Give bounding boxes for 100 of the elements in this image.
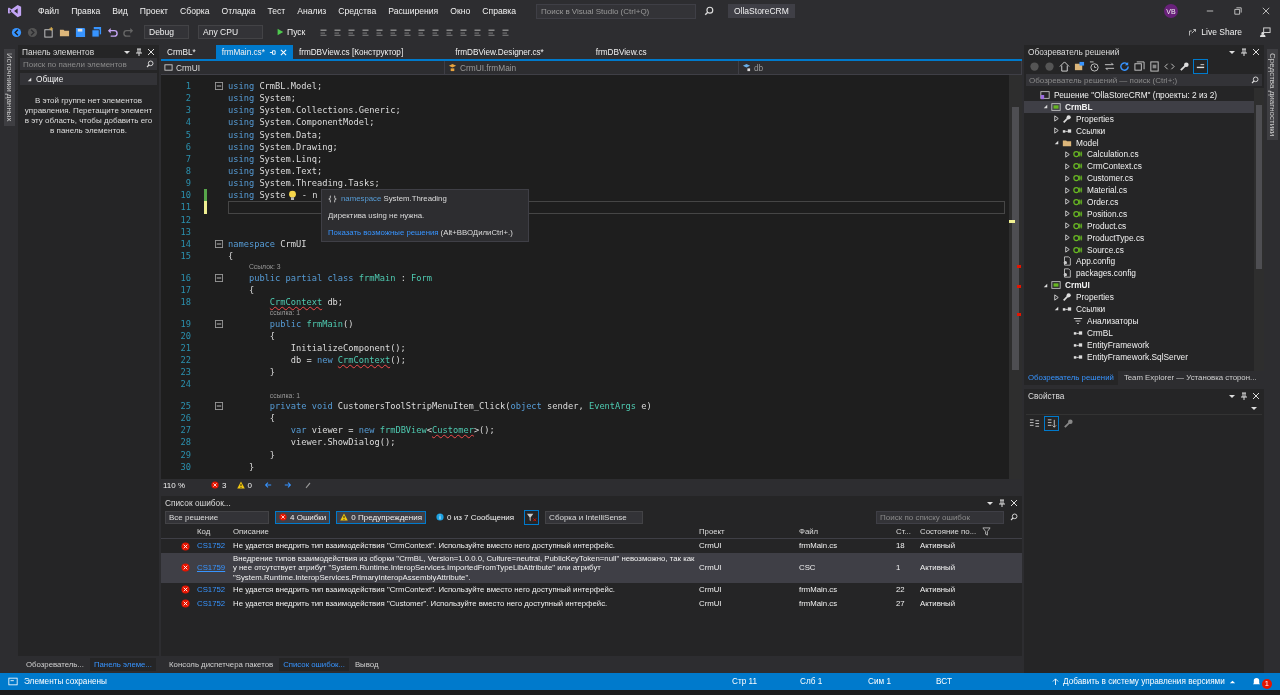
- class-dropdown[interactable]: CrmUI.frmMain: [445, 61, 739, 74]
- expander-icon[interactable]: [1052, 115, 1060, 123]
- fold-icon[interactable]: [214, 401, 223, 410]
- expander-icon[interactable]: [1063, 150, 1071, 158]
- brush-icon[interactable]: [304, 481, 312, 489]
- pin-icon[interactable]: [1240, 391, 1248, 400]
- document-tab[interactable]: frmDBView.cs [Конструктор]: [292, 45, 410, 59]
- search-icon[interactable]: [146, 60, 154, 68]
- new-project-icon[interactable]: [42, 25, 55, 39]
- document-tab[interactable]: frmDBView.cs: [589, 45, 653, 59]
- search-icon[interactable]: [1251, 76, 1259, 84]
- menu-item[interactable]: Файл: [32, 6, 66, 16]
- menu-item[interactable]: Расширения: [382, 6, 445, 16]
- switch-views-icon[interactable]: [1073, 59, 1086, 73]
- tree-item[interactable]: EntityFramework: [1024, 338, 1254, 351]
- scrollbar[interactable]: [1009, 75, 1022, 479]
- configuration-dropdown[interactable]: Debug: [144, 25, 190, 39]
- refresh-icon[interactable]: [1118, 59, 1131, 73]
- pin-icon[interactable]: [135, 47, 143, 56]
- project-dropdown[interactable]: CrmUI: [161, 61, 445, 74]
- feedback-icon[interactable]: [1259, 25, 1272, 39]
- filter-toggle[interactable]: 0 Предупреждения: [336, 510, 426, 524]
- tree-item[interactable]: Product.cs: [1024, 219, 1254, 232]
- tree-item[interactable]: packages.config: [1024, 267, 1254, 280]
- expander-icon[interactable]: [1063, 234, 1071, 242]
- tree-item[interactable]: Customer.cs: [1024, 172, 1254, 185]
- collapse-all-icon[interactable]: [1133, 59, 1146, 73]
- filter-toggle[interactable]: 0 из 7 Сообщения: [432, 510, 519, 524]
- expander-icon[interactable]: [1063, 198, 1071, 206]
- document-tab[interactable]: CrmBL*: [161, 45, 202, 59]
- source-control-button[interactable]: Добавить в систему управления версиями: [1052, 677, 1236, 686]
- wrench-icon[interactable]: [1178, 59, 1191, 73]
- live-share-button[interactable]: Live Share: [1188, 27, 1242, 37]
- expander-icon[interactable]: [1052, 293, 1060, 301]
- tree-item[interactable]: ProductType.cs: [1024, 231, 1254, 244]
- tree-item[interactable]: Ссылки: [1024, 303, 1254, 315]
- menu-item[interactable]: Сборка: [174, 6, 216, 16]
- error-row[interactable]: [161, 553, 1022, 583]
- tree-item[interactable]: Model: [1024, 136, 1254, 149]
- previous-issue-icon[interactable]: [264, 481, 272, 489]
- tree-item[interactable]: CrmContext.cs: [1024, 160, 1254, 173]
- menu-item[interactable]: Тест: [261, 6, 292, 16]
- tree-item[interactable]: Order.cs: [1024, 196, 1254, 208]
- fold-icon[interactable]: [214, 82, 223, 91]
- pending-changes-icon[interactable]: [1088, 59, 1101, 73]
- categorized-icon[interactable]: [1028, 416, 1041, 430]
- error-count[interactable]: 3: [211, 480, 227, 490]
- filter-icon[interactable]: [524, 509, 540, 525]
- expander-icon[interactable]: [1063, 162, 1071, 170]
- search-icon[interactable]: [704, 6, 714, 16]
- expander-icon[interactable]: [1063, 186, 1071, 194]
- filter-toggle[interactable]: 4 Ошибки: [275, 510, 331, 524]
- scope-dropdown[interactable]: Все решение: [165, 510, 269, 524]
- pin-icon[interactable]: [998, 498, 1006, 507]
- home-icon[interactable]: [1058, 59, 1071, 73]
- lightbulb-icon[interactable]: [287, 189, 297, 201]
- close-icon[interactable]: [147, 47, 155, 56]
- tree-item[interactable]: Calculation.cs: [1024, 148, 1254, 161]
- member-dropdown[interactable]: db: [739, 61, 1022, 74]
- data-sources-tab[interactable]: Источники данных: [3, 49, 15, 126]
- menu-item[interactable]: Справка: [476, 6, 522, 16]
- pin-icon[interactable]: [1240, 47, 1248, 56]
- show-all-files-icon[interactable]: [1148, 59, 1161, 73]
- tree-item[interactable]: Material.cs: [1024, 184, 1254, 196]
- menu-item[interactable]: Средства: [332, 6, 383, 16]
- menu-item[interactable]: Проект: [133, 6, 175, 16]
- tree-item[interactable]: Properties: [1024, 291, 1254, 304]
- close-icon[interactable]: [1252, 47, 1260, 56]
- preview-icon[interactable]: [1193, 58, 1208, 74]
- back-icon[interactable]: [10, 25, 23, 39]
- fold-icon[interactable]: [214, 273, 223, 282]
- save-all-icon[interactable]: [90, 25, 103, 39]
- expander-icon[interactable]: [1063, 174, 1071, 182]
- close-icon[interactable]: [1010, 498, 1018, 507]
- tree-item[interactable]: CrmBL: [1024, 100, 1254, 113]
- close-icon[interactable]: [1252, 391, 1260, 400]
- tree-item[interactable]: Properties: [1024, 112, 1254, 125]
- source-dropdown[interactable]: Сборка и IntelliSense: [545, 510, 644, 524]
- warning-count[interactable]: 0: [236, 480, 252, 490]
- menu-item[interactable]: Отладка: [215, 6, 262, 16]
- fold-icon[interactable]: [214, 319, 223, 328]
- tree-item[interactable]: EntityFramework.SqlServer: [1024, 350, 1254, 363]
- tree-item[interactable]: Решение "OllaStoreCRM" (проекты: 2 из 2): [1024, 89, 1254, 101]
- fold-icon[interactable]: [214, 239, 223, 248]
- diagnostic-tools-tab[interactable]: Средства диагностики: [1266, 49, 1278, 141]
- menu-item[interactable]: Окно: [444, 6, 477, 16]
- document-tab[interactable]: frmDBView.Designer.cs*: [449, 45, 550, 59]
- notifications-icon[interactable]: [1251, 677, 1261, 686]
- toolbox-group[interactable]: Общие: [20, 73, 157, 85]
- search-icon[interactable]: [1010, 513, 1018, 521]
- expander-icon[interactable]: [1063, 246, 1071, 253]
- filter-icon[interactable]: [982, 527, 991, 536]
- menu-item[interactable]: Правка: [65, 6, 107, 16]
- tree-item[interactable]: Анализаторы: [1024, 314, 1254, 327]
- expander-icon[interactable]: [1052, 127, 1060, 135]
- alphabetical-icon[interactable]: [1044, 415, 1059, 431]
- menu-item[interactable]: Вид: [106, 6, 134, 16]
- tree-item[interactable]: Position.cs: [1024, 207, 1254, 220]
- search-field[interactable]: Поиск по списку ошибок: [876, 510, 1004, 524]
- platform-dropdown[interactable]: Any CPU: [198, 25, 264, 39]
